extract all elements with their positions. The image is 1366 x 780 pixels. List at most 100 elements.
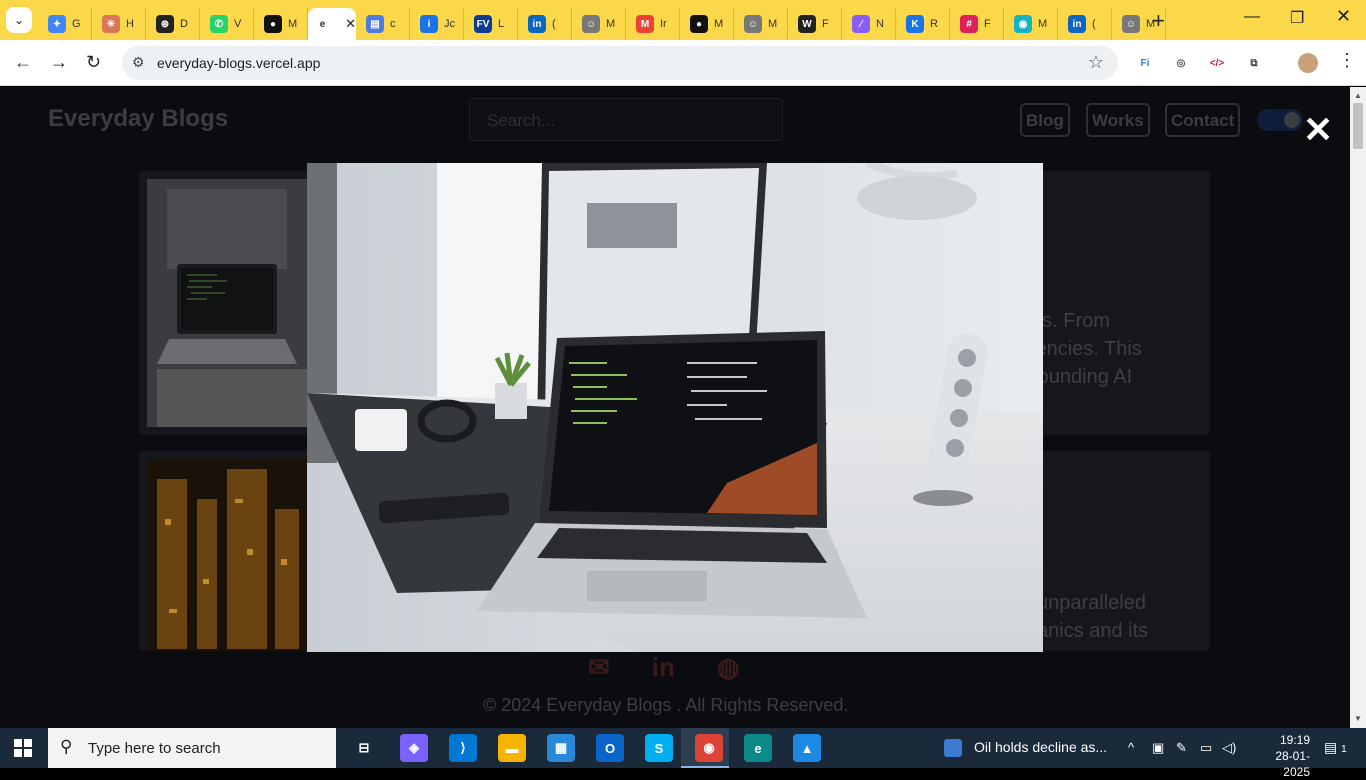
profile-icon: ☺ — [744, 15, 762, 33]
circle-icon: ◉ — [1014, 15, 1032, 33]
theme-toggle[interactable] — [1257, 109, 1303, 131]
browser-tab[interactable]: FV L — [464, 8, 518, 40]
forward-button[interactable]: → — [50, 52, 68, 73]
file-explorer-icon[interactable]: ▬ — [498, 734, 526, 762]
store-icon[interactable]: ▦ — [547, 734, 575, 762]
scrollbar-thumb[interactable] — [1353, 103, 1363, 149]
tab-title: L — [498, 18, 505, 30]
browser-tab-strip: ⌄ ✦ G ✳ H ⊛ D ✆ V ● Me ✕ ▤ c i Jc FV Lin(☺ M M Ir ● M ☺ M W F ⁄ N K R… — [0, 0, 1366, 40]
meet-now-icon[interactable]: ▣ — [1152, 740, 1164, 756]
excerpt-line: unparalleled — [1037, 592, 1146, 614]
browser-tab[interactable]: ● M — [254, 8, 308, 40]
browser-tab[interactable]: ⊛ D — [146, 8, 200, 40]
profile-avatar[interactable] — [1298, 53, 1318, 73]
lightbox-image — [307, 163, 1043, 652]
close-tab-icon[interactable]: ✕ — [345, 16, 356, 32]
browser-tab[interactable]: M Ir — [626, 8, 680, 40]
scroll-down-arrow-icon[interactable]: ▼ — [1354, 714, 1362, 723]
taskbar-search-box[interactable]: ⚲ Type here to search — [48, 728, 336, 768]
outlook-icon[interactable]: O — [596, 734, 624, 762]
linkedin-icon[interactable]: in — [652, 652, 675, 683]
envelope-icon[interactable]: ✉ — [588, 652, 610, 683]
minimize-button[interactable]: — — [1244, 8, 1260, 26]
skype-icon[interactable]: S — [645, 734, 673, 762]
browser-tab[interactable]: ✦ G — [38, 8, 92, 40]
browser-tab[interactable]: ● M — [680, 8, 734, 40]
close-window-button[interactable]: ✕ — [1336, 6, 1351, 27]
news-widget-icon[interactable] — [944, 739, 962, 757]
battery-icon[interactable]: ▭ — [1200, 740, 1212, 756]
scroll-up-arrow-icon[interactable]: ▲ — [1354, 91, 1362, 100]
tab-title: c — [390, 18, 396, 30]
tab-title: D — [180, 18, 188, 30]
reload-button[interactable]: ↻ — [86, 52, 101, 73]
code-extension-icon[interactable]: </> — [1208, 54, 1226, 72]
browser-menu-button[interactable]: ⋮ — [1338, 50, 1356, 71]
nav-blog-link[interactable]: Blog — [1020, 103, 1070, 137]
browser-tab[interactable]: # F — [950, 8, 1004, 40]
notification-count: 1 — [1341, 744, 1347, 755]
puzzle-extension-icon[interactable]: ⧉ — [1245, 54, 1263, 72]
nav-works-link[interactable]: Works — [1086, 103, 1150, 137]
browser-tab[interactable]: in ( — [1058, 8, 1112, 40]
vscode-icon[interactable]: ⟩ — [449, 734, 477, 762]
browser-tab[interactable]: WF — [788, 8, 842, 40]
browser-tab[interactable]: KR — [896, 8, 950, 40]
back-button[interactable]: ← — [14, 52, 32, 73]
site-logo-title[interactable]: Everyday Blogs — [48, 105, 228, 133]
new-tab-button[interactable]: + — [1152, 8, 1165, 34]
tab-title: M — [768, 18, 778, 30]
notification-center-button[interactable]: ▤ 1 — [1324, 739, 1347, 756]
blog-card-thumbnail[interactable] — [147, 179, 307, 427]
browser-tab[interactable]: ☺ M — [572, 8, 626, 40]
tray-overflow-icon[interactable]: ^ — [1128, 740, 1134, 755]
k-icon: K — [906, 15, 924, 33]
fi-extension-icon[interactable]: Fi — [1136, 54, 1154, 72]
news-widget-text[interactable]: Oil holds decline as... — [974, 739, 1107, 755]
start-button[interactable] — [14, 739, 32, 762]
bookmark-star-icon[interactable]: ☆ — [1088, 52, 1104, 73]
copilot-icon[interactable]: ◈ — [400, 734, 428, 762]
browser-tab[interactable]: in ( — [518, 8, 572, 40]
system-clock[interactable]: 19:19 28-01-2025 — [1250, 732, 1310, 780]
restore-button[interactable]: ❐ — [1290, 8, 1304, 28]
chrome-icon[interactable]: ◉ — [695, 734, 723, 762]
browser-tab[interactable]: ▤ c — [356, 8, 410, 40]
tab-title: M — [606, 18, 616, 30]
tab-title: R — [930, 18, 938, 30]
nav-contact-link[interactable]: Contact — [1165, 103, 1241, 137]
blog-card-thumbnail[interactable] — [147, 459, 307, 651]
url-text[interactable]: everyday-blogs.vercel.app — [157, 55, 320, 71]
profile-icon: ☺ — [582, 15, 600, 33]
browser-tab[interactable]: ◉ M — [1004, 8, 1058, 40]
github-icon[interactable]: ◍ — [717, 652, 740, 683]
browser-tab[interactable]: ✆ V — [200, 8, 254, 40]
tab-title: M — [1038, 18, 1048, 30]
site-info-icon[interactable]: ⚙ — [132, 54, 145, 71]
lens-extension-icon[interactable]: ◎ — [1172, 54, 1190, 72]
blog-card-excerpt: unparalleled anics and its — [1037, 589, 1148, 645]
browser-tab[interactable]: ☺ M — [734, 8, 788, 40]
browser-tab[interactable]: i Jc — [410, 8, 464, 40]
task-view-icon[interactable]: ⊟ — [350, 734, 378, 762]
windows-taskbar: ⚲ Type here to search ⊟ ◈ ⟩ ▬ ▦ O S ◉ e ▲ Oil hol… — [0, 728, 1366, 779]
page-scrollbar[interactable]: ▲ ▼ — [1350, 87, 1366, 728]
claude-icon: ✳ — [102, 15, 120, 33]
arrow-right-icon: → — [50, 52, 68, 72]
browser-tab[interactable]: ✳ H — [92, 8, 146, 40]
tab-title: Ir — [660, 18, 667, 30]
photos-icon[interactable]: ▲ — [793, 734, 821, 762]
pen-icon[interactable]: ✎ — [1176, 740, 1187, 756]
blog-search-input[interactable]: Search... — [469, 98, 783, 141]
tab-search-button[interactable]: ⌄ — [6, 7, 32, 33]
tab-title: F — [984, 18, 991, 30]
omnibox[interactable]: ⚙ everyday-blogs.vercel.app ☆ — [122, 46, 1118, 80]
search-placeholder: Search... — [487, 111, 556, 130]
lightbox-close-button[interactable]: ✕ — [1303, 112, 1333, 148]
volume-icon[interactable]: ◁) — [1222, 740, 1236, 756]
github-icon: ● — [690, 15, 708, 33]
whatsapp-icon: ✆ — [210, 15, 228, 33]
edge-icon[interactable]: e — [744, 734, 772, 762]
browser-tab[interactable]: ⁄ N — [842, 8, 896, 40]
browser-tab[interactable]: e ✕ — [308, 8, 356, 40]
